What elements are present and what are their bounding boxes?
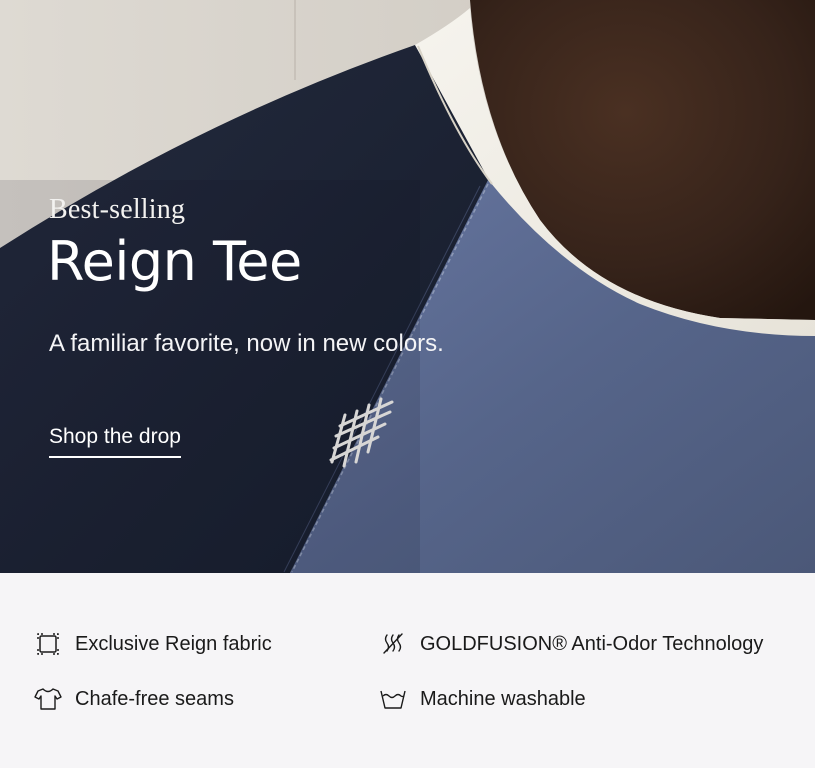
anti-odor-icon bbox=[378, 629, 408, 659]
t-shirt-icon bbox=[33, 684, 63, 714]
hero-title: Reign Tee bbox=[47, 230, 302, 293]
hero-eyebrow: Best-selling bbox=[49, 194, 186, 225]
feature-item-washable: Machine washable bbox=[378, 684, 586, 714]
feature-item-anti-odor: GOLDFUSION® Anti-Odor Technology bbox=[378, 629, 763, 659]
feature-item-fabric: Exclusive Reign fabric bbox=[33, 629, 272, 659]
fabric-swatch-icon bbox=[33, 629, 63, 659]
promo-page: Best-selling Reign Tee A familiar favori… bbox=[0, 0, 815, 768]
shop-the-drop-link[interactable]: Shop the drop bbox=[49, 425, 181, 458]
wash-basin-icon bbox=[378, 684, 408, 714]
hero-subtitle: A familiar favorite, now in new colors. bbox=[49, 330, 444, 357]
feature-label: Chafe-free seams bbox=[75, 687, 234, 710]
feature-label: Machine washable bbox=[420, 687, 586, 710]
feature-list: Exclusive Reign fabric GOLDFUSION® Anti-… bbox=[0, 573, 815, 768]
hero-copy: Best-selling Reign Tee A familiar favori… bbox=[47, 0, 569, 573]
hero-banner: Best-selling Reign Tee A familiar favori… bbox=[0, 0, 815, 573]
feature-label: Exclusive Reign fabric bbox=[75, 632, 272, 655]
feature-item-seams: Chafe-free seams bbox=[33, 684, 234, 714]
feature-label: GOLDFUSION® Anti-Odor Technology bbox=[420, 632, 764, 655]
